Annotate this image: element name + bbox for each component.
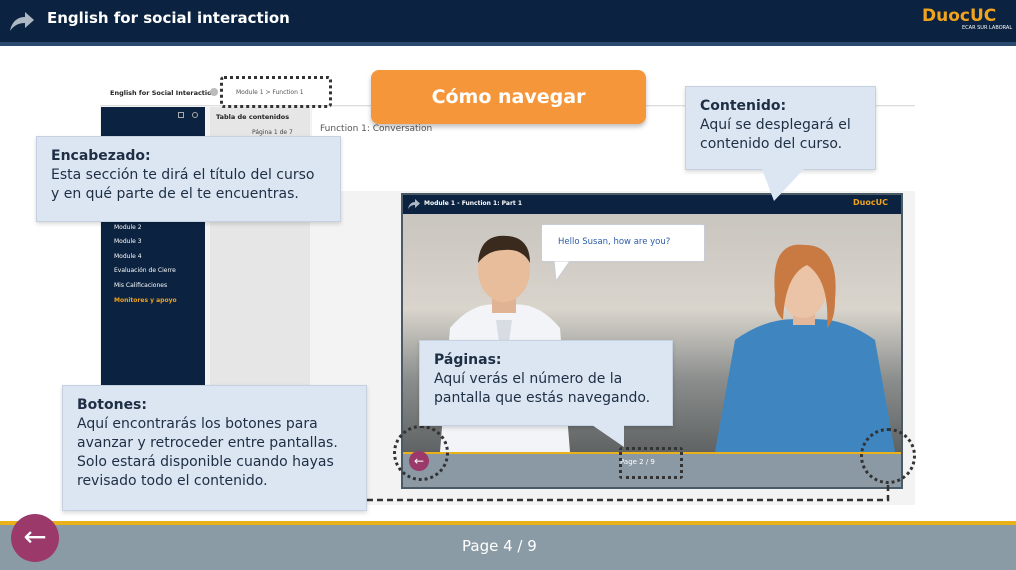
share-arrow-icon: [10, 12, 34, 31]
lms-header-dot: [210, 88, 218, 96]
sidebar-item-module-3: Module 3: [114, 238, 142, 245]
sidebar-window-icon: [178, 112, 184, 118]
page-highlight: [619, 447, 683, 479]
lms-function-title: Function 1: Conversation: [320, 124, 433, 134]
callout-paginas: Páginas: Aquí verás el número de la pant…: [419, 340, 673, 426]
callout-contenido-line1: Aquí se desplegará el: [700, 117, 851, 133]
lms-toc-page: Página 1 de 7: [252, 129, 293, 136]
callout-paginas-title: Páginas:: [434, 352, 502, 368]
callout-botones-title: Botones:: [77, 397, 147, 413]
callout-encabezado-title: Encabezado:: [51, 148, 151, 164]
sidebar-refresh-icon: [192, 112, 198, 118]
forward-button-highlight: [860, 428, 916, 484]
sidebar-item-module-2: Module 2: [114, 224, 142, 231]
como-navegar-banner: Cómo navegar: [371, 70, 646, 124]
callout-paginas-line2: pantalla que estás navegando.: [434, 390, 651, 406]
lms-toc-title: Tabla de contenidos: [216, 113, 290, 121]
callout-paginas-line1: Aquí verás el número de la: [434, 371, 623, 387]
callout-paginas-tail: [592, 425, 624, 447]
player-title: Module 1 - Function 1: Part 1: [424, 200, 523, 207]
callout-encabezado: Encabezado: Esta sección te dirá el títu…: [36, 136, 341, 222]
callout-contenido-line2: contenido del curso.: [700, 136, 843, 152]
top-bar-accent: [0, 42, 1016, 46]
callout-botones-line3: Solo estará disponible cuando hayas: [77, 454, 334, 470]
sidebar-item-evaluacion: Evaluación de Cierre: [114, 267, 176, 274]
callout-contenido-tail: [762, 169, 804, 201]
player-share-arrow-icon: [408, 199, 420, 209]
callout-botones-line2: avanzar y retroceder entre pantallas.: [77, 435, 338, 451]
page-indicator: Page 4 / 9: [462, 537, 537, 555]
course-title: English for social interaction: [47, 9, 290, 27]
callout-botones-line1: Aquí encontrarás los botones para: [77, 416, 318, 432]
buttons-connector-line: [367, 482, 890, 502]
speech-text: Hello Susan, how are you?: [558, 237, 671, 247]
callout-botones-line4: revisado todo el contenido.: [77, 473, 268, 489]
callout-contenido-title: Contenido:: [700, 98, 787, 114]
woman-character-illustration: [715, 244, 895, 452]
player-brand-logo: DuocUC: [853, 198, 888, 207]
brand-logo: DuocUC: [922, 6, 997, 26]
sidebar-item-module-4: Module 4: [114, 253, 142, 260]
sidebar-item-calificaciones: Mis Calificaciones: [114, 282, 168, 289]
header-highlight: [220, 76, 332, 108]
back-button[interactable]: ←: [11, 514, 59, 562]
callout-encabezado-line2: y en qué parte de el te encuentras.: [51, 186, 299, 202]
brand-subtitle: ECAR SUR LABORAL: [962, 25, 1013, 31]
sidebar-item-monitores: Monitores y apoyo: [114, 297, 177, 304]
callout-encabezado-line1: Esta sección te dirá el título del curso: [51, 167, 315, 183]
speech-bubble-tail: [553, 261, 571, 283]
arrow-left-icon: ←: [23, 520, 47, 553]
back-button-highlight: [393, 425, 449, 481]
lms-course-title: English for Social Interaction: [110, 89, 217, 97]
callout-botones: Botones: Aquí encontrarás los botones pa…: [62, 385, 367, 511]
callout-contenido: Contenido: Aquí se desplegará el conteni…: [685, 86, 876, 170]
